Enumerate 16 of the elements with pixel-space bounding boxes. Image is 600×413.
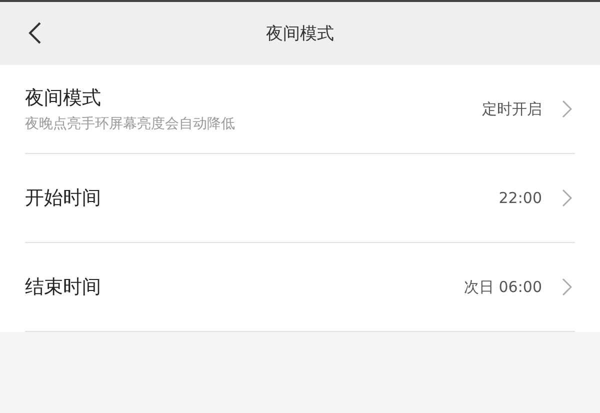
setting-value: 22:00 xyxy=(498,189,542,207)
chevron-right-icon xyxy=(562,189,572,207)
page-title: 夜间模式 xyxy=(266,23,334,45)
setting-label: 开始时间 xyxy=(25,186,102,211)
chevron-right-icon xyxy=(562,278,572,296)
setting-description: 夜晚点亮手环屏幕亮度会自动降低 xyxy=(25,115,236,133)
chevron-right-icon xyxy=(562,100,572,118)
back-button[interactable] xyxy=(28,22,42,44)
settings-row[interactable]: 开始时间 22:00 xyxy=(25,154,575,243)
setting-label: 结束时间 xyxy=(25,275,102,300)
back-icon xyxy=(28,22,42,44)
setting-value: 定时开启 xyxy=(482,100,542,118)
settings-row[interactable]: 夜间模式 夜晚点亮手环屏幕亮度会自动降低 定时开启 xyxy=(25,65,575,154)
setting-value: 次日 06:00 xyxy=(464,278,542,296)
settings-row[interactable]: 结束时间 次日 06:00 xyxy=(25,243,575,332)
setting-label: 夜间模式 xyxy=(25,86,102,111)
